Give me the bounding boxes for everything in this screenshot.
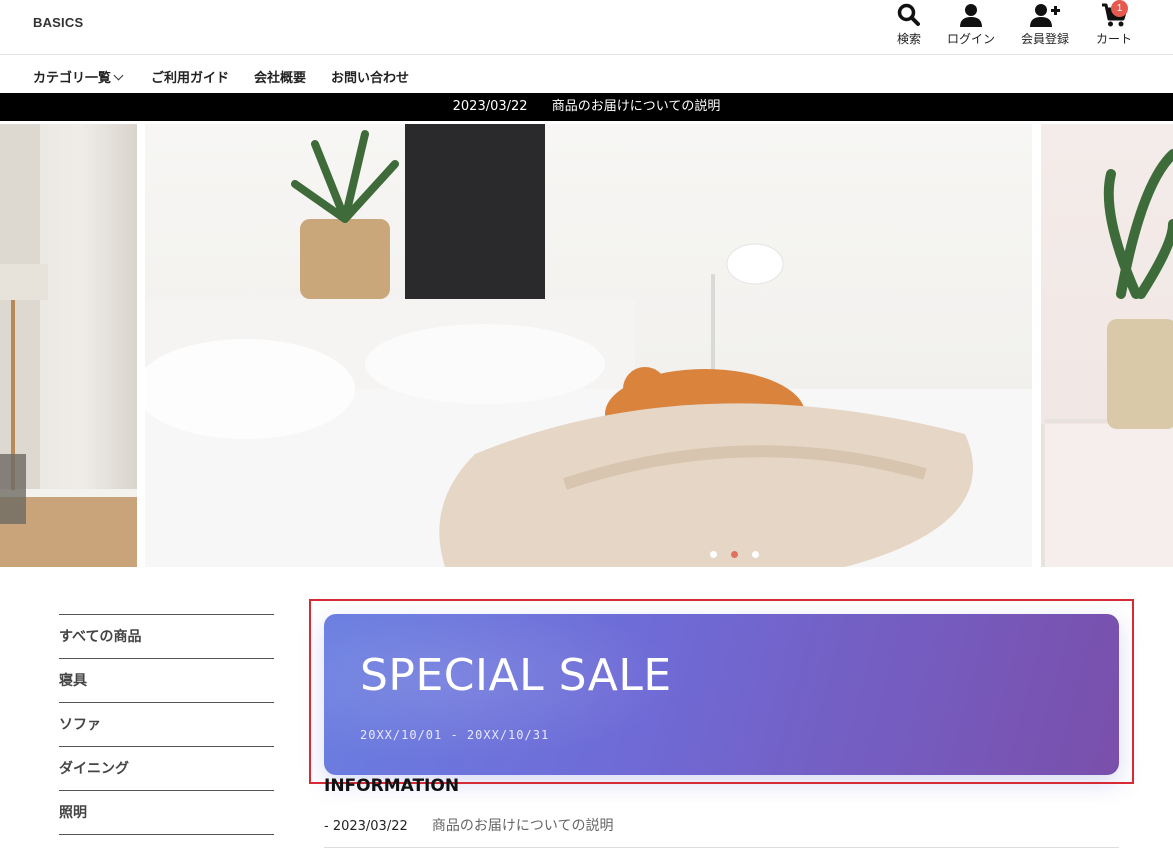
user-plus-icon [1030,4,1060,27]
site-header: BASICS 検索 ログイン 会員登録 1 カート [0,0,1173,55]
plant-image [1041,149,1173,567]
register-label: 会員登録 [1020,32,1069,46]
slide-previous[interactable] [0,124,137,567]
living-room-image [0,124,137,567]
site-logo[interactable]: BASICS [33,15,83,30]
hero-slider[interactable] [0,124,1173,567]
sidebar-item-bedding[interactable]: 寝具 [59,659,274,703]
guide-link[interactable]: ご利用ガイド [151,67,229,86]
category-sidebar: すべての商品 寝具 ソファ ダイニング 照明 [59,614,274,835]
cart-label: カート [1095,32,1132,46]
notice-text: 商品のお届けについての説明 [551,99,721,114]
sidebar-item-all-products[interactable]: すべての商品 [59,615,274,659]
login-label: ログイン [946,32,995,46]
category-nav: カテゴリ一覧 ご利用ガイド 会社概要 お問い合わせ [0,55,1173,93]
user-icon [960,4,982,27]
search-label: 検索 [896,32,921,46]
bedroom-cat-image [145,124,1032,567]
slider-dot-active[interactable] [731,551,738,558]
chevron-down-icon [113,70,124,81]
sidebar-item-lighting[interactable]: 照明 [59,791,274,835]
sidebar-item-sofa[interactable]: ソファ [59,703,274,747]
cart-count-badge: 1 [1111,0,1128,17]
category-list-label: カテゴリ一覧 [33,71,112,86]
search-icon [897,3,920,26]
information-item[interactable]: - 2023/03/22 商品のお届けについての説明 [324,808,1119,848]
slider-dot[interactable] [752,551,759,558]
cart-button[interactable]: 1 カート [1087,0,1141,55]
sidebar-item-dining[interactable]: ダイニング [59,747,274,791]
login-button[interactable]: ログイン [941,0,1001,55]
category-list-menu[interactable]: カテゴリ一覧 [33,67,124,86]
register-button[interactable]: 会員登録 [1015,0,1075,55]
company-link[interactable]: 会社概要 [254,67,306,86]
information-text: 商品のお届けについての説明 [431,818,614,834]
contact-link[interactable]: お問い合わせ [331,67,409,86]
slide-current[interactable] [145,124,1032,567]
notice-bar[interactable]: 2023/03/22 商品のお届けについての説明 [0,93,1173,121]
slide-next[interactable] [1041,124,1173,567]
slider-dot[interactable] [710,551,717,558]
information-title: INFORMATION [324,776,460,796]
search-button[interactable]: 検索 [885,0,933,55]
highlight-frame [309,599,1134,784]
notice-date: 2023/03/22 [452,99,528,114]
information-date: - 2023/03/22 [324,819,408,834]
